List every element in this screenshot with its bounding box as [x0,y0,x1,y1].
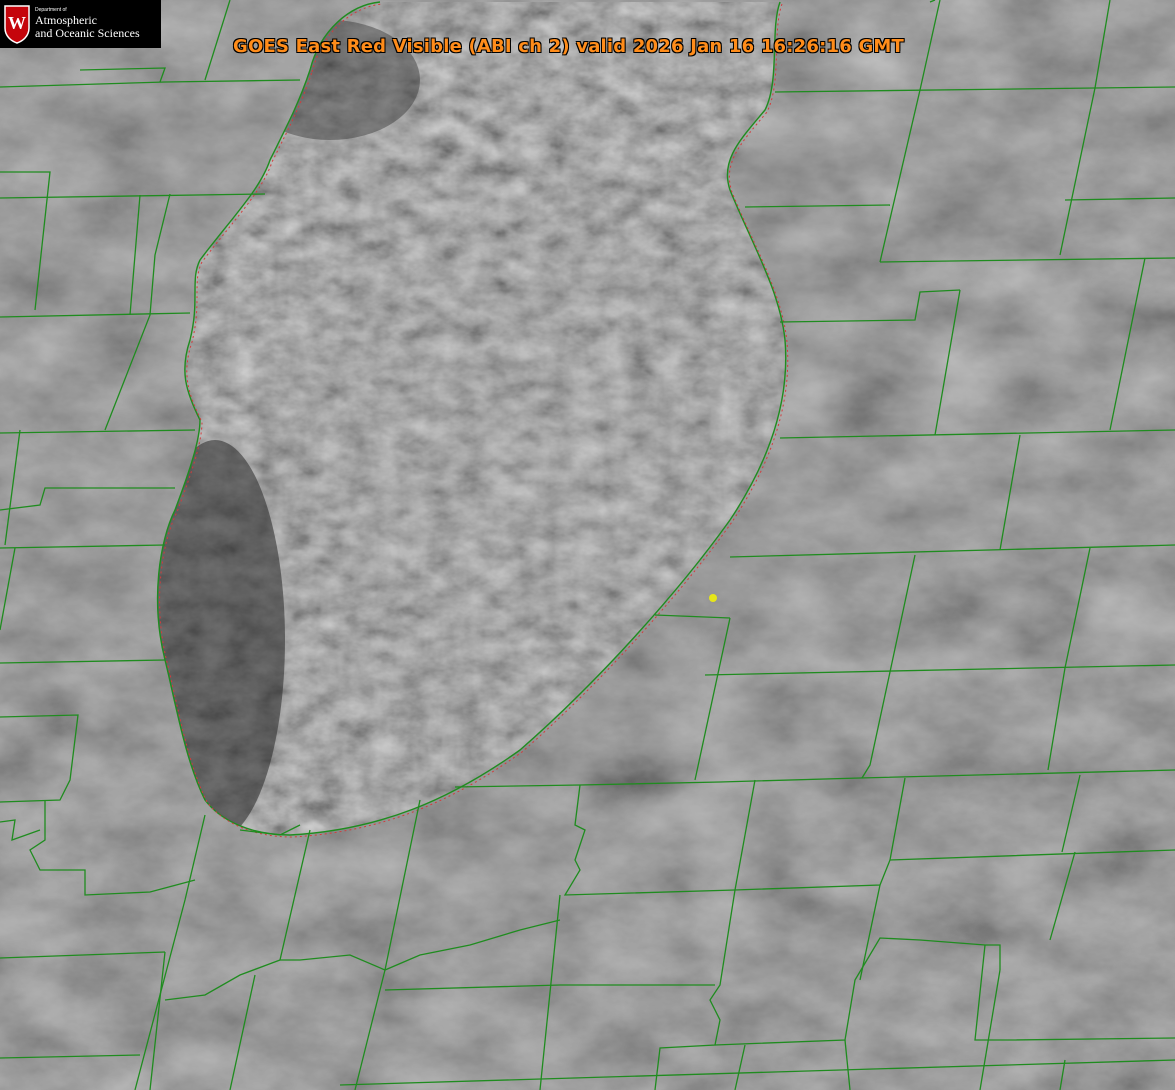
uw-crest-icon: W [4,5,30,44]
location-dot-icon [709,594,717,602]
crest-letter: W [8,13,26,33]
satellite-image-viewer: W Department of Atmospheric and Oceanic … [0,0,1175,1090]
logo-line-2: and Oceanic Sciences [35,26,140,40]
satellite-image [0,0,1175,1090]
image-title: GOES East Red Visible (ABI ch 2) valid 2… [233,36,905,57]
uw-aos-logo: W Department of Atmospheric and Oceanic … [0,0,161,48]
